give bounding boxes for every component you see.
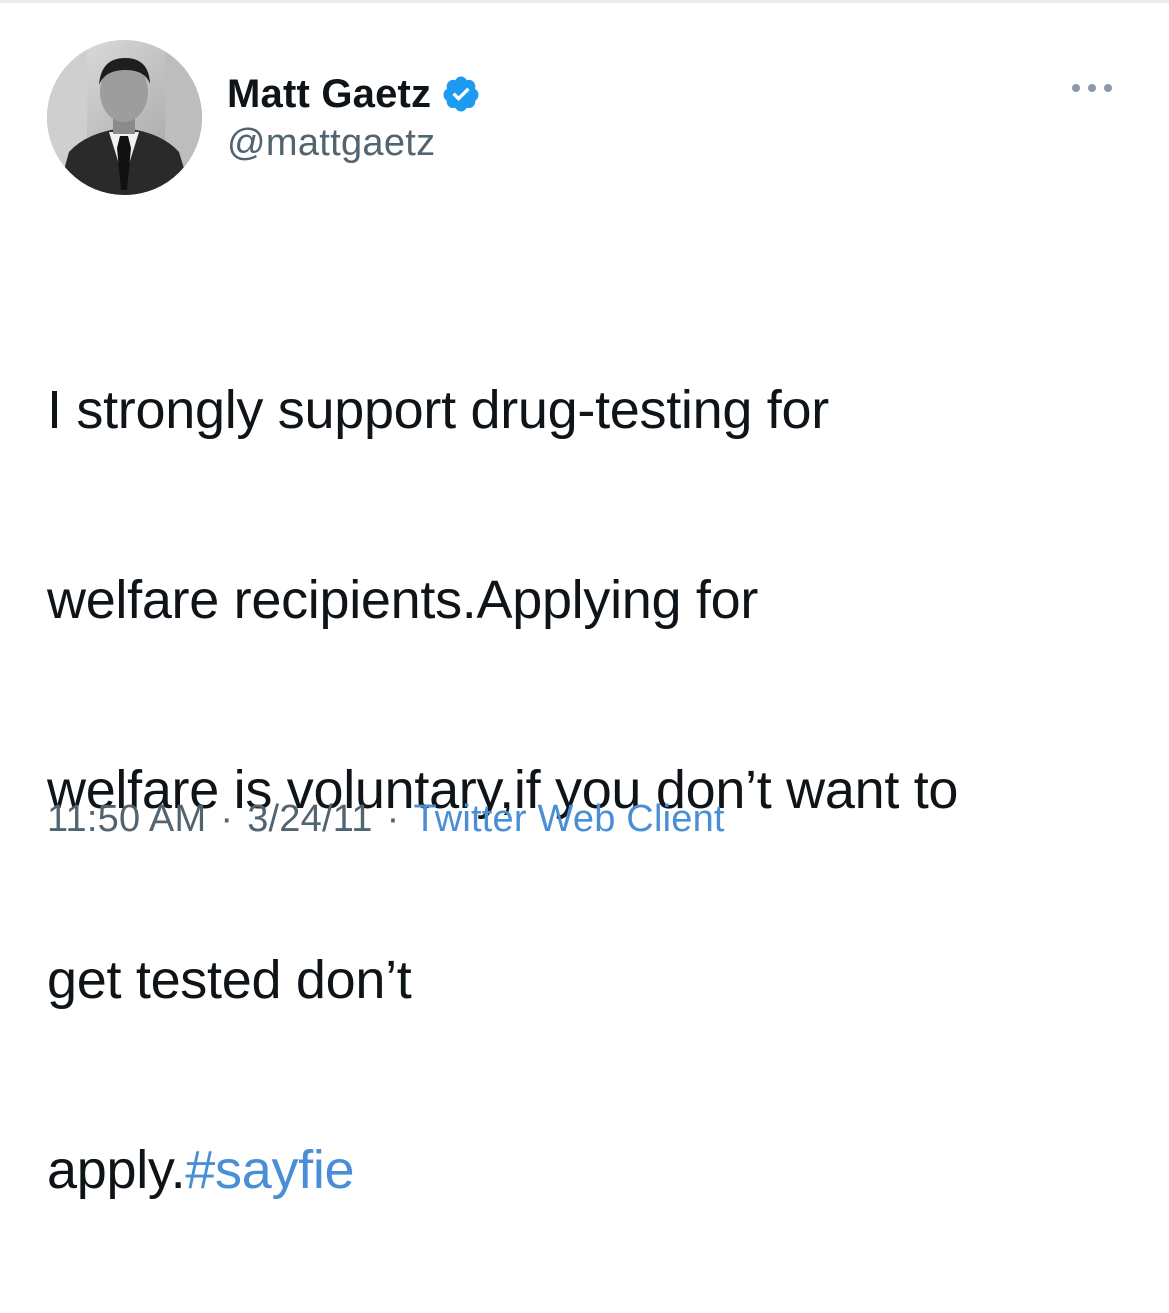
author-handle[interactable]: @mattgaetz [227,122,481,165]
verified-badge-icon [443,76,479,112]
tweet-date[interactable]: 3/24/11 [247,798,372,840]
tweet-header: Matt Gaetz @mattgaetz [47,40,1127,200]
top-divider [0,0,1169,3]
tweet-text-line: I strongly support drug-testing for [47,380,829,440]
author-block: Matt Gaetz @mattgaetz [227,70,481,165]
avatar[interactable] [47,40,202,195]
display-name[interactable]: Matt Gaetz [227,72,431,117]
tweet-time[interactable]: 11:50 AM [47,798,206,840]
tweet-text: I strongly support drug-testing for welf… [47,268,1137,1313]
tweet-metadata: 11:50 AM · 3/24/11 · Twitter Web Client [47,798,725,841]
tweet-text-fragment: apply. [47,1140,186,1200]
tweet-source-link[interactable]: Twitter Web Client [413,798,724,840]
tweet-text-line: welfare recipients.Applying for [47,570,759,630]
tweet-text-last-line: apply.#sayfie [47,1123,1137,1218]
separator: · [220,798,234,840]
display-name-row: Matt Gaetz [227,70,481,118]
profile-photo [47,40,202,195]
tweet-text-line: get tested don’t [47,950,412,1010]
separator: · [386,798,400,840]
hashtag-link[interactable]: #sayfie [185,1140,354,1200]
ellipsis-icon[interactable] [1069,78,1115,98]
